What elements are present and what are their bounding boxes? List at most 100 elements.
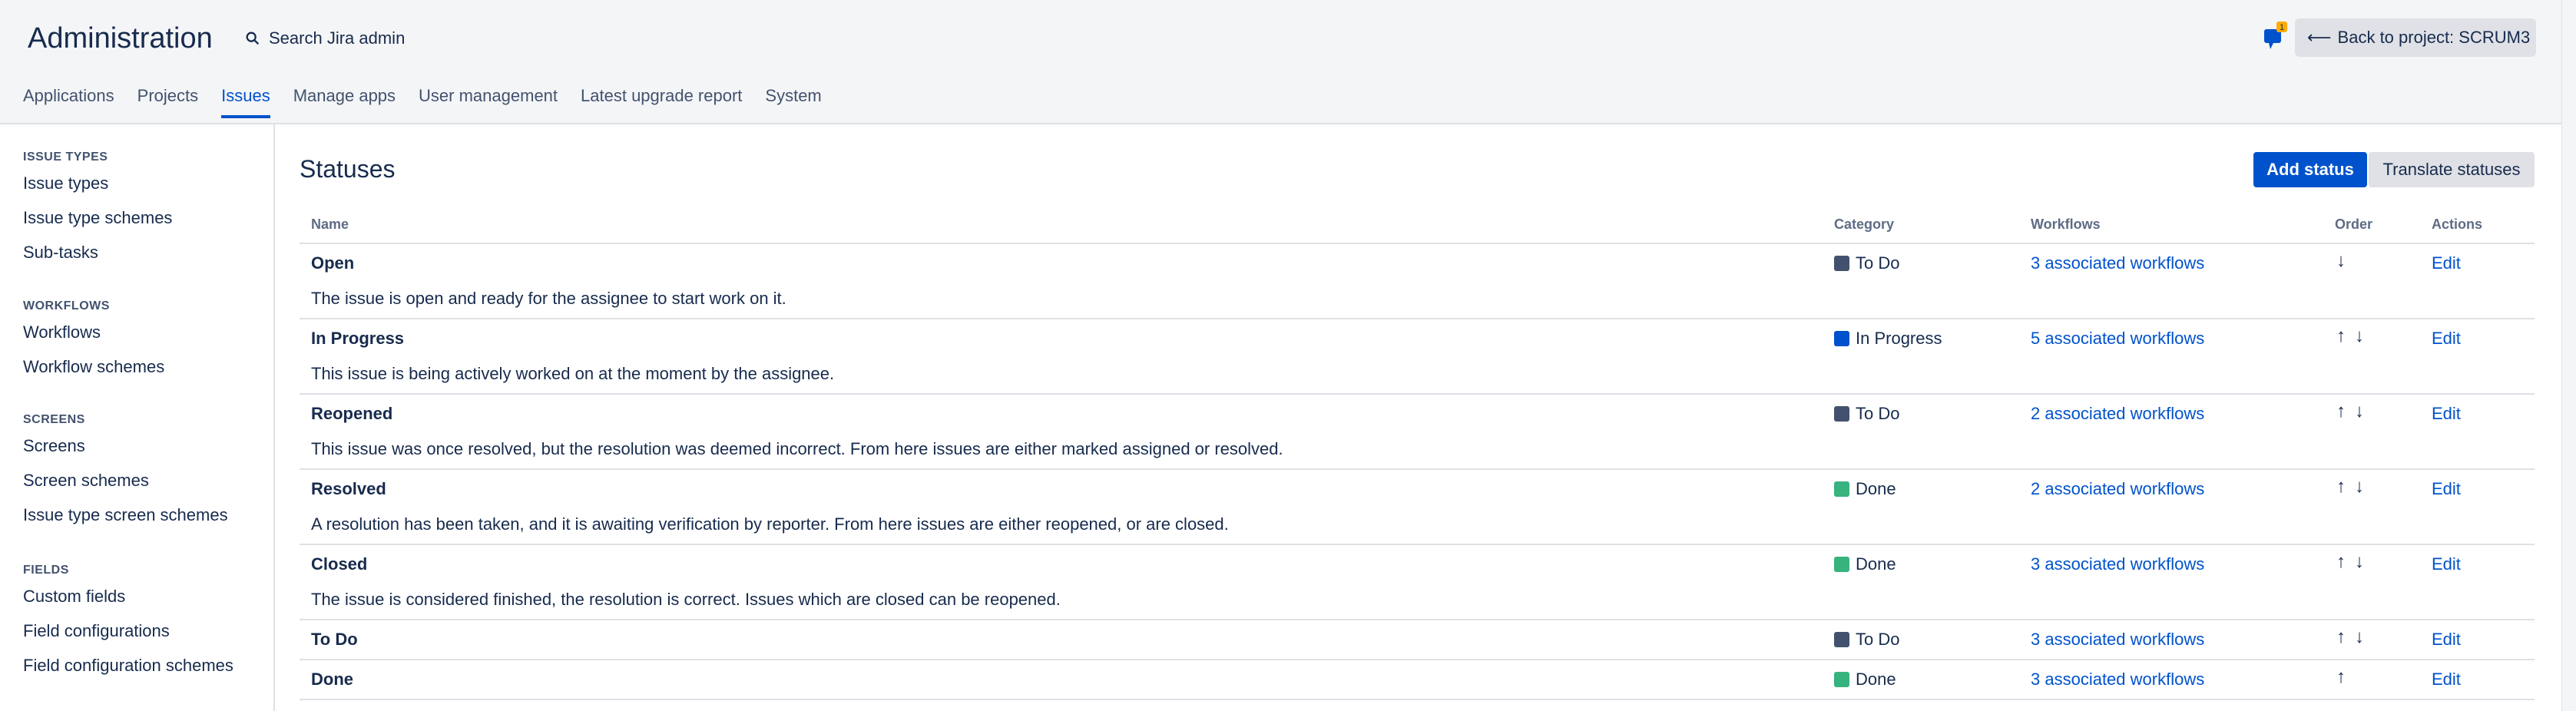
move-down-icon[interactable]: ↓ <box>2353 476 2366 498</box>
table-row: Reopened This issue was once resolved, b… <box>300 395 2535 470</box>
sidebar-item-field-configuration-schemes[interactable]: Field configuration schemes <box>23 654 233 689</box>
sidebar-item-issue-type-screen-schemes[interactable]: Issue type screen schemes <box>23 504 228 538</box>
associated-workflows-link[interactable]: 2 associated workflows <box>2031 404 2204 424</box>
statuses-table: Name Category Workflows Order Actions Op… <box>300 207 2535 700</box>
status-description: The issue is considered finished, the re… <box>311 590 1061 609</box>
move-down-icon[interactable]: ↓ <box>2353 401 2366 422</box>
category-swatch <box>1834 557 1849 572</box>
table-row: To Do To Do 3 associated workflows ↑ ↓ E… <box>300 620 2535 660</box>
status-category: To Do <box>1834 630 1899 650</box>
order-controls: ↑ ↓ <box>2335 401 2366 422</box>
sidebar-heading: ISSUE TYPES <box>23 150 108 164</box>
category-label: Done <box>1856 670 1896 689</box>
status-category: Done <box>1834 670 1896 690</box>
status-name: To Do <box>311 630 358 649</box>
sidebar-item-workflows[interactable]: Workflows <box>23 321 164 356</box>
move-down-icon[interactable]: ↓ <box>2353 627 2366 648</box>
edit-link[interactable]: Edit <box>2432 630 2461 650</box>
category-swatch <box>1834 406 1849 422</box>
edit-link[interactable]: Edit <box>2432 670 2461 690</box>
order-controls: ↑ ↓ <box>2335 627 2366 648</box>
status-name: Done <box>311 670 353 689</box>
edit-link[interactable]: Edit <box>2432 554 2461 574</box>
sidebar-item-screens[interactable]: Screens <box>23 435 228 469</box>
table-header: Name Category Workflows Order Actions <box>300 207 2535 244</box>
col-workflows-header: Workflows <box>2031 217 2101 232</box>
category-label: In Progress <box>1856 329 1942 348</box>
associated-workflows-link[interactable]: 3 associated workflows <box>2031 630 2204 650</box>
page-scrollbar[interactable] <box>2561 0 2576 711</box>
sidebar-item-issue-types[interactable]: Issue types <box>23 172 172 207</box>
col-order-header: Order <box>2335 217 2373 232</box>
translate-statuses-button[interactable]: Translate statuses <box>2369 152 2535 187</box>
sidebar-group-screens: SCREENS Screens Screen schemes Issue typ… <box>23 413 228 538</box>
sidebar-item-screen-schemes[interactable]: Screen schemes <box>23 469 228 504</box>
status-category: To Do <box>1834 253 1899 273</box>
megaphone-icon: 1 <box>2264 21 2287 49</box>
tab-latest-upgrade-report[interactable]: Latest upgrade report <box>581 86 742 117</box>
tab-issues[interactable]: Issues <box>221 86 270 118</box>
move-up-icon[interactable]: ↑ <box>2335 476 2347 498</box>
associated-workflows-link[interactable]: 3 associated workflows <box>2031 554 2204 574</box>
sidebar-item-custom-fields[interactable]: Custom fields <box>23 585 233 620</box>
order-controls: ↑ ↓ <box>2335 476 2366 498</box>
category-label: To Do <box>1856 404 1900 423</box>
status-category: Done <box>1834 554 1896 574</box>
order-controls: ↑ ↓ <box>2335 326 2366 347</box>
associated-workflows-link[interactable]: 3 associated workflows <box>2031 253 2204 273</box>
tab-user-management[interactable]: User management <box>419 86 558 117</box>
move-down-icon[interactable]: ↓ <box>2335 250 2347 272</box>
move-up-icon[interactable]: ↑ <box>2335 666 2347 688</box>
associated-workflows-link[interactable]: 5 associated workflows <box>2031 329 2204 349</box>
status-name: Resolved <box>311 479 386 498</box>
associated-workflows-link[interactable]: 2 associated workflows <box>2031 479 2204 499</box>
sidebar-item-workflow-schemes[interactable]: Workflow schemes <box>23 356 164 390</box>
edit-link[interactable]: Edit <box>2432 404 2461 424</box>
table-row: Closed The issue is considered finished,… <box>300 545 2535 620</box>
tab-applications[interactable]: Applications <box>23 86 114 117</box>
admin-nav-tabs: Applications Projects Issues Manage apps… <box>23 86 845 118</box>
search-admin-button[interactable]: Search Jira admin <box>244 26 405 51</box>
category-label: Done <box>1856 554 1896 574</box>
back-to-project-button[interactable]: ⟵ Back to project: SCRUM3 <box>2295 18 2536 57</box>
table-row: Open The issue is open and ready for the… <box>300 244 2535 319</box>
notification-count: 1 <box>2280 23 2284 32</box>
move-up-icon[interactable]: ↑ <box>2335 401 2347 422</box>
move-down-icon[interactable]: ↓ <box>2353 326 2366 347</box>
move-up-icon[interactable]: ↑ <box>2335 551 2347 573</box>
order-controls: ↑ ↓ <box>2335 551 2366 573</box>
category-label: Done <box>1856 479 1896 498</box>
edit-link[interactable]: Edit <box>2432 253 2461 273</box>
add-status-button[interactable]: Add status <box>2253 152 2367 187</box>
move-down-icon[interactable]: ↓ <box>2353 551 2366 573</box>
sidebar-item-issue-type-schemes[interactable]: Issue type schemes <box>23 207 172 241</box>
sidebar-heading: WORKFLOWS <box>23 299 110 313</box>
move-up-icon[interactable]: ↑ <box>2335 326 2347 347</box>
sidebar-item-field-configurations[interactable]: Field configurations <box>23 620 233 654</box>
sidebar-item-sub-tasks[interactable]: Sub-tasks <box>23 241 172 276</box>
tab-system[interactable]: System <box>765 86 821 117</box>
page-title: Statuses <box>300 155 396 183</box>
status-category: In Progress <box>1834 329 1942 349</box>
page-app-title: Administration <box>28 22 213 55</box>
move-up-icon[interactable]: ↑ <box>2335 627 2347 648</box>
category-swatch <box>1834 256 1849 271</box>
category-swatch <box>1834 331 1849 346</box>
associated-workflows-link[interactable]: 3 associated workflows <box>2031 670 2204 690</box>
status-category: To Do <box>1834 404 1899 424</box>
tab-manage-apps[interactable]: Manage apps <box>293 86 396 117</box>
back-to-project-label: Back to project: SCRUM3 <box>2337 28 2531 47</box>
col-name-header: Name <box>311 217 349 232</box>
status-name: Open <box>311 253 355 273</box>
table-row: Done Done 3 associated workflows ↑ Edit <box>300 660 2535 700</box>
sidebar-group-fields: FIELDS Custom fields Field configuration… <box>23 564 233 689</box>
notifications-button[interactable]: 1 <box>2261 20 2289 51</box>
sidebar-heading: SCREENS <box>23 413 85 426</box>
tab-projects[interactable]: Projects <box>137 86 198 117</box>
status-description: A resolution has been taken, and it is a… <box>311 514 1229 534</box>
status-description: The issue is open and ready for the assi… <box>311 289 786 308</box>
edit-link[interactable]: Edit <box>2432 329 2461 349</box>
search-icon <box>246 31 260 45</box>
edit-link[interactable]: Edit <box>2432 479 2461 499</box>
sidebar-group-issue-types: ISSUE TYPES Issue types Issue type schem… <box>23 150 172 276</box>
